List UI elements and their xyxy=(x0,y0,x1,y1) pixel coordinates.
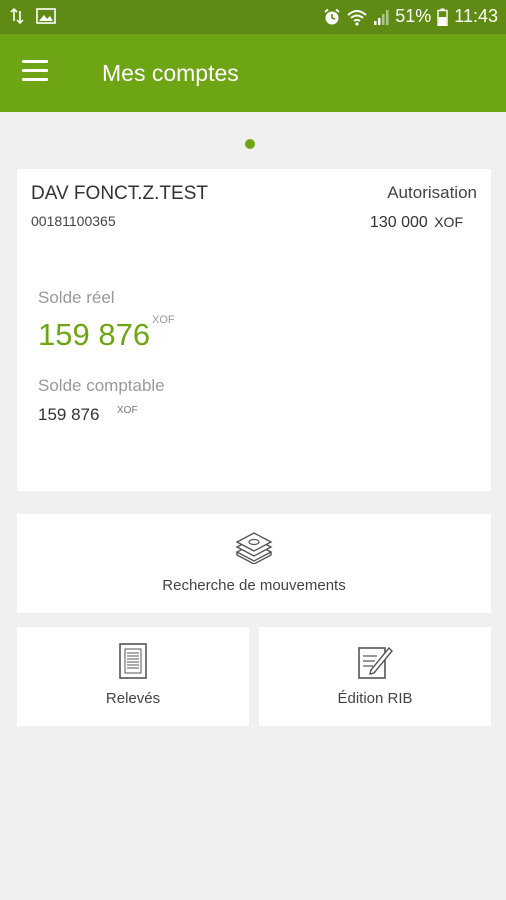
real-balance-value: 159 876 xyxy=(38,317,151,352)
hamburger-menu-icon[interactable] xyxy=(22,60,52,84)
accounting-balance-label: Solde comptable xyxy=(38,376,165,395)
battery-icon xyxy=(437,8,448,26)
page-indicator-dot xyxy=(245,139,255,149)
accounting-balance-currency: XOF xyxy=(117,405,138,416)
clock: 11:43 xyxy=(454,6,498,26)
account-card[interactable]: DAV FONCT.Z.TEST 00181100365 Autorisatio… xyxy=(17,169,491,491)
authorization-label: Autorisation xyxy=(387,183,477,202)
statements-button[interactable]: Relevés xyxy=(17,627,249,726)
alarm-icon xyxy=(324,8,340,24)
image-icon xyxy=(36,8,56,24)
battery-percentage: 51% xyxy=(395,6,432,26)
real-balance-label: Solde réel xyxy=(38,288,115,307)
authorization-amount: 130 000 xyxy=(369,214,428,231)
search-movements-button[interactable]: Recherche de mouvements xyxy=(17,514,491,613)
page-title: Mes comptes xyxy=(102,60,239,86)
app-bar: Mes comptes xyxy=(0,34,506,112)
search-movements-label: Recherche de mouvements xyxy=(162,577,346,594)
statements-label: Relevés xyxy=(105,690,161,707)
money-stack-icon xyxy=(235,532,273,564)
account-name: DAV FONCT.Z.TEST xyxy=(31,183,208,204)
account-number: 00181100365 xyxy=(31,213,116,229)
signal-icon xyxy=(374,9,389,25)
wifi-icon xyxy=(347,9,367,26)
document-icon xyxy=(119,643,147,679)
authorization-currency: XOF xyxy=(434,214,463,230)
rib-button[interactable]: Édition RIB xyxy=(259,627,491,726)
status-bar-right: 51% 11:43 xyxy=(323,6,498,27)
accounting-balance-value: 159 876 xyxy=(38,405,100,424)
real-balance-currency: XOF xyxy=(152,314,175,326)
status-bar-left xyxy=(10,7,56,25)
usb-transfer-icon xyxy=(10,7,24,25)
rib-label: Édition RIB xyxy=(337,690,413,707)
edit-document-icon xyxy=(358,646,393,679)
status-bar: 51% 11:43 xyxy=(0,0,506,34)
authorization-amount-row: 130 000 XOF xyxy=(370,214,463,232)
